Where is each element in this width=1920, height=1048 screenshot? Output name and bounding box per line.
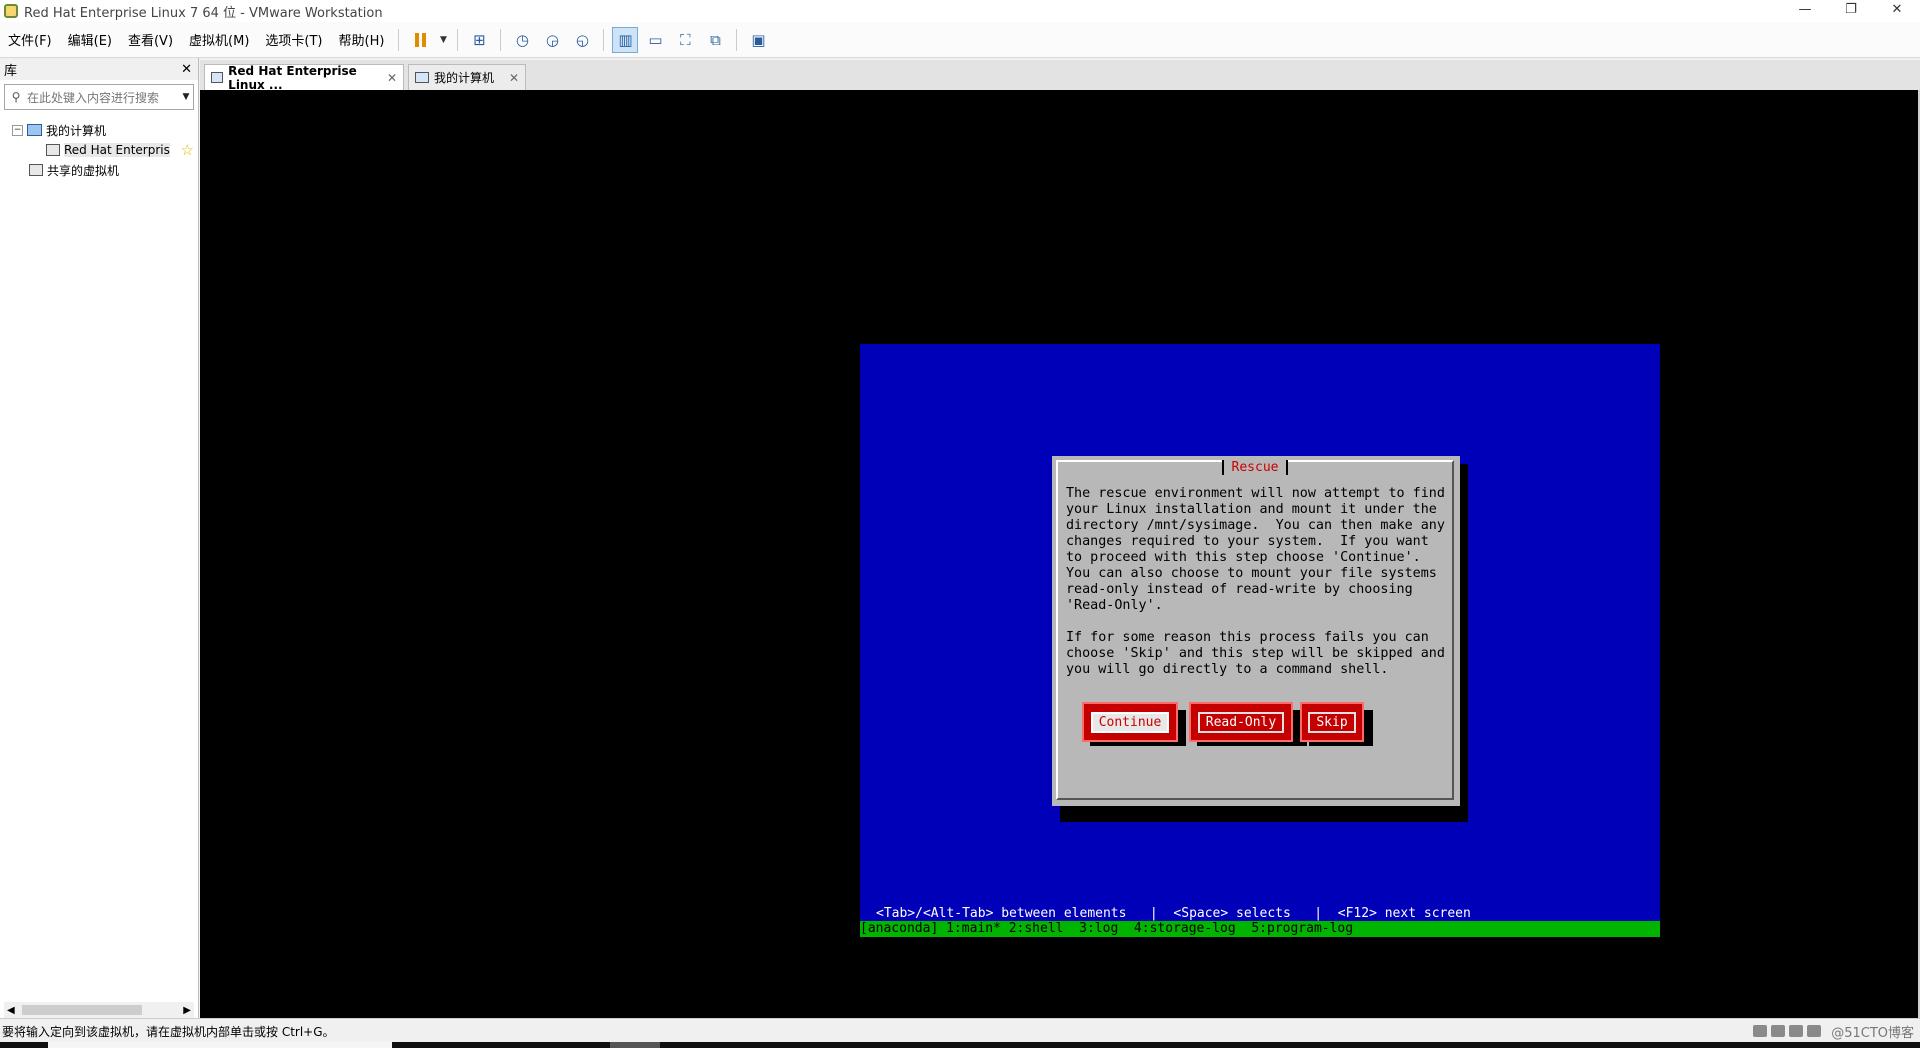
restore-button[interactable]: ❐ <box>1828 0 1874 22</box>
library-header: 库 ✕ <box>0 58 198 80</box>
vmware-app-icon <box>4 4 18 18</box>
library-pane: 库 ✕ ⚲ 在此处键入内容进行搜索 ▼ − 我的计算机 Red Hat Ente… <box>0 58 199 1018</box>
thumbnail-bar-button[interactable]: ▭ <box>642 27 668 53</box>
pause-dropdown[interactable]: ▼ <box>437 27 449 53</box>
tab-my-computer[interactable]: 我的计算机 ✕ <box>408 64 526 90</box>
menu-file[interactable]: 文件(F) <box>0 30 60 49</box>
thumbnail-icon: ▭ <box>648 30 663 49</box>
toolbar-separator <box>500 28 502 51</box>
search-dropdown-icon[interactable]: ▼ <box>179 92 193 102</box>
read-only-button[interactable]: Read-Only <box>1189 702 1293 742</box>
status-message: 要将输入定向到该虚拟机，请在虚拟机内部单击或按 Ctrl+G。 <box>2 1024 335 1039</box>
device-tray: @51CTO博客 <box>1753 1022 1920 1041</box>
search-placeholder: 在此处键入内容进行搜索 <box>27 90 160 105</box>
full-screen-button[interactable]: ⛶ <box>672 27 698 53</box>
tab-label: Red Hat Enterprise Linux ... <box>228 63 357 92</box>
snapshot-manager-icon: ◵ <box>575 30 589 49</box>
tree-item-shared-vms[interactable]: 共享的虚拟机 <box>0 160 198 180</box>
snapshot-icon: ◷ <box>515 30 529 49</box>
computer-icon <box>27 124 42 136</box>
dialog-title-wrap: Rescue <box>1058 460 1452 475</box>
cd-rom-icon[interactable] <box>1771 1025 1786 1037</box>
tree-label: Red Hat Enterpris <box>64 143 170 157</box>
library-title: 库 <box>4 63 18 79</box>
scroll-left-icon[interactable]: ◀ <box>7 1005 15 1016</box>
menu-tabs[interactable]: 选项卡(T) <box>257 30 330 49</box>
window-title: Red Hat Enterprise Linux 7 64 位 - VMware… <box>24 5 383 21</box>
snapshot-button[interactable]: ◷ <box>509 27 535 53</box>
taskbar-item <box>48 1042 392 1048</box>
anaconda-status-line: [anaconda] 1:main* 2:shell 3:log 4:stora… <box>860 921 1660 937</box>
status-bar: 要将输入定向到该虚拟机，请在虚拟机内部单击或按 Ctrl+G。 @51CTO博客 <box>0 1018 1920 1043</box>
scrollbar-thumb[interactable] <box>22 1005 142 1015</box>
menu-edit[interactable]: 编辑(E) <box>60 30 120 49</box>
fullscreen-icon: ⛶ <box>680 30 691 49</box>
network-icon: ⊞ <box>473 30 486 49</box>
tree-label: 共享的虚拟机 <box>47 163 120 178</box>
menu-help[interactable]: 帮助(H) <box>331 30 393 49</box>
menu-vm[interactable]: 虚拟机(M) <box>181 30 257 49</box>
menu-bar: 文件(F) 编辑(E) 查看(V) 虚拟机(M) 选项卡(T) 帮助(H) ▼ … <box>0 22 1920 58</box>
search-icon: ⚲ <box>11 90 21 104</box>
minimize-button[interactable]: — <box>1782 0 1828 22</box>
send-ctrl-alt-del-button[interactable]: ⊞ <box>466 27 492 53</box>
anaconda-text-screen[interactable]: Rescue The rescue environment will now a… <box>860 344 1660 937</box>
watermark: @51CTO博客 <box>1831 1025 1914 1041</box>
menu-view[interactable]: 查看(V) <box>120 30 181 49</box>
favorite-star-icon[interactable]: ☆ <box>181 141 194 159</box>
toolbar-separator <box>603 28 605 51</box>
network-adapter-icon[interactable] <box>1789 1025 1804 1037</box>
shared-vm-icon <box>29 164 43 176</box>
button-label: Skip <box>1308 711 1356 733</box>
toolbar-separator <box>736 28 738 51</box>
library-close-icon[interactable]: ✕ <box>181 62 192 77</box>
console-view-button[interactable]: ▣ <box>745 27 771 53</box>
continue-button[interactable]: Continue <box>1082 702 1178 742</box>
computer-tab-icon <box>415 72 429 83</box>
vm-icon <box>46 144 60 156</box>
keyboard-hint: <Tab>/<Alt-Tab> between elements | <Spac… <box>876 906 1471 921</box>
pause-button[interactable] <box>407 27 433 53</box>
library-icon: ▥ <box>618 30 633 49</box>
button-label: Continue <box>1090 711 1170 733</box>
revert-icon: ◶ <box>545 30 559 49</box>
console-icon: ▣ <box>751 30 766 49</box>
taskbar-strip <box>0 1042 1920 1048</box>
collapse-icon[interactable]: − <box>12 124 23 136</box>
button-label: Read-Only <box>1197 711 1285 733</box>
vm-console[interactable]: Rescue The rescue environment will now a… <box>200 90 1920 1018</box>
library-horizontal-scrollbar[interactable]: ◀ ▶ <box>4 1002 194 1018</box>
tab-vm[interactable]: Red Hat Enterprise Linux ... ✕ <box>204 63 404 92</box>
vm-tab-icon <box>211 72 224 83</box>
close-window-button[interactable]: ✕ <box>1874 0 1920 22</box>
tree-item-my-computer[interactable]: − 我的计算机 <box>0 120 198 140</box>
toolbar-separator <box>457 28 459 51</box>
library-search-input[interactable]: ⚲ 在此处键入内容进行搜索 ▼ <box>4 84 194 110</box>
tab-bar: Red Hat Enterprise Linux ... ✕ 我的计算机 ✕ <box>200 60 1920 92</box>
tree-item-vm[interactable]: Red Hat Enterpris ☆ <box>0 140 198 160</box>
close-tab-icon[interactable]: ✕ <box>509 71 519 85</box>
unity-icon: ⧉ <box>710 30 721 49</box>
window-controls: — ❐ ✕ <box>1782 0 1920 22</box>
close-tab-icon[interactable]: ✕ <box>387 71 397 85</box>
snapshot-manager-button[interactable]: ◵ <box>569 27 595 53</box>
tab-label: 我的计算机 <box>434 71 495 85</box>
library-tree: − 我的计算机 Red Hat Enterpris ☆ 共享的虚拟机 <box>0 114 198 180</box>
taskbar-item <box>610 1042 660 1048</box>
scroll-right-icon[interactable]: ▶ <box>183 1005 191 1016</box>
pause-icon <box>414 32 426 47</box>
toolbar-separator <box>398 28 400 51</box>
skip-button[interactable]: Skip <box>1300 702 1364 742</box>
unity-button[interactable]: ⧉ <box>702 27 728 53</box>
rescue-dialog: Rescue The rescue environment will now a… <box>1052 456 1460 806</box>
usb-icon[interactable] <box>1807 1025 1822 1037</box>
hard-disk-icon[interactable] <box>1753 1025 1768 1037</box>
revert-snapshot-button[interactable]: ◶ <box>539 27 565 53</box>
dialog-text: The rescue environment will now attempt … <box>1066 486 1445 677</box>
tree-label: 我的计算机 <box>46 123 107 138</box>
dialog-title: Rescue <box>1221 460 1289 475</box>
show-library-button[interactable]: ▥ <box>612 26 639 53</box>
title-bar: Red Hat Enterprise Linux 7 64 位 - VMware… <box>0 0 1920 22</box>
